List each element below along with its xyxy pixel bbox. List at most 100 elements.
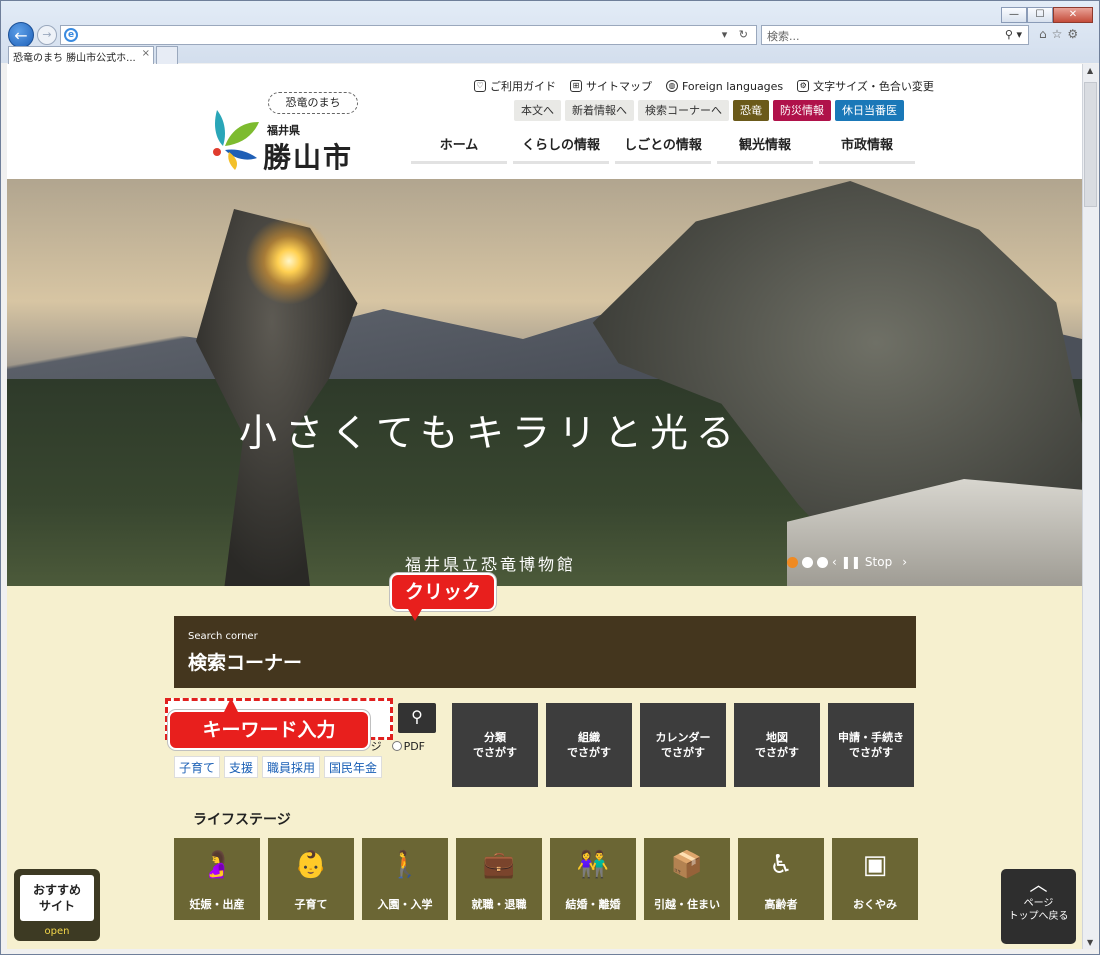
radio-pdf-icon bbox=[391, 741, 402, 751]
global-nav: ホーム くらしの情報 しごとの情報 観光情報 市政情報 bbox=[411, 132, 915, 164]
pause-icon[interactable]: ❚❚ bbox=[841, 555, 861, 569]
new-tab-button[interactable] bbox=[156, 46, 178, 64]
forward-button[interactable]: → bbox=[37, 25, 57, 45]
close-button[interactable]: ✕ bbox=[1053, 7, 1093, 23]
wheelchair-icon: ♿ bbox=[769, 850, 793, 880]
close-tab-icon[interactable]: × bbox=[142, 48, 150, 59]
slide-dot-2[interactable] bbox=[802, 556, 813, 568]
cat-application[interactable]: 申請・手続き でさがす bbox=[828, 703, 914, 787]
pregnant-icon: 🤰 bbox=[200, 850, 234, 880]
prev-slide-icon[interactable]: ‹ bbox=[832, 555, 837, 569]
life-marriage[interactable]: 👫 結婚・離婚 bbox=[550, 838, 636, 920]
stop-label[interactable]: Stop bbox=[865, 555, 892, 569]
life-label: 高齢者 bbox=[764, 898, 798, 911]
quick-news[interactable]: 新着情報へ bbox=[565, 100, 634, 121]
quick-disaster[interactable]: 防災情報 bbox=[773, 100, 831, 121]
cat-calendar[interactable]: カレンダー でさがす bbox=[640, 703, 726, 787]
cat-map[interactable]: 地図 でさがす bbox=[734, 703, 820, 787]
life-label: 子育て bbox=[294, 898, 328, 911]
recommended-sites-button[interactable]: おすすめ サイト open bbox=[14, 869, 100, 941]
click-callout: クリック bbox=[390, 573, 496, 621]
hero-sun bbox=[245, 217, 333, 305]
slide-dot-1[interactable] bbox=[787, 556, 798, 568]
quick-dinosaur[interactable]: 恐竜 bbox=[733, 100, 769, 121]
quick-holiday-doctor[interactable]: 休日当番医 bbox=[835, 100, 904, 121]
life-label: 妊娠・出産 bbox=[189, 898, 245, 911]
window-controls: — ☐ ✕ bbox=[1001, 7, 1093, 23]
life-condolence[interactable]: ▣ おくやみ bbox=[832, 838, 918, 920]
tag-support[interactable]: 支援 bbox=[224, 756, 259, 778]
site-logo[interactable]: 恐竜のまち 福井県 勝山市 bbox=[203, 92, 383, 174]
refresh-icon[interactable]: ▾ ↻ bbox=[722, 28, 752, 41]
browser-toolbar: — ☐ ✕ ← → e ▾ ↻ 検索... ⚲ ▾ ⌂☆⚙ 恐竜のまち 勝山市公式… bbox=[1, 1, 1099, 64]
home-star-gear-icons[interactable]: ⌂☆⚙ bbox=[1039, 27, 1083, 41]
slide-dot-3[interactable] bbox=[817, 556, 828, 568]
logo-cloud: 恐竜のまち bbox=[268, 92, 358, 114]
life-pregnancy[interactable]: 🤰 妊娠・出産 bbox=[174, 838, 260, 920]
nav-home[interactable]: ホーム bbox=[411, 132, 507, 164]
util-guide[interactable]: ♡ ご利用ガイド bbox=[474, 78, 556, 94]
life-label: 結婚・離婚 bbox=[565, 898, 621, 911]
recommended-label: おすすめ サイト bbox=[20, 875, 94, 921]
quick-search[interactable]: 検索コーナーへ bbox=[638, 100, 729, 121]
scroll-up-icon[interactable]: ▲ bbox=[1087, 66, 1093, 75]
util-sitemap[interactable]: ⊞ サイトマップ bbox=[570, 78, 652, 94]
browser-window: — ☐ ✕ ← → e ▾ ↻ 検索... ⚲ ▾ ⌂☆⚙ 恐竜のまち 勝山市公式… bbox=[0, 0, 1100, 955]
radio-pdf[interactable]: PDF bbox=[391, 738, 425, 754]
page-top-label: ページ トップへ戻る bbox=[1008, 898, 1069, 922]
tag-recruit[interactable]: 職員採用 bbox=[262, 756, 321, 778]
recommended-open: open bbox=[44, 926, 70, 937]
hero-slideshow[interactable]: 小さくてもキラリと光る 福井県立恐竜博物館 ‹ ❚❚ Stop › bbox=[7, 179, 1082, 586]
child-walking-icon: 🚶 bbox=[388, 850, 422, 880]
life-moving[interactable]: 📦 引越・住まい bbox=[644, 838, 730, 920]
search-categories: 分類 でさがす 組織 でさがす カレンダー でさがす 地図 でさがす 申請・手続… bbox=[452, 703, 914, 787]
util-fontsize[interactable]: ⚙ 文字サイズ・色合い変更 bbox=[797, 78, 934, 94]
maximize-button[interactable]: ☐ bbox=[1027, 7, 1053, 23]
next-slide-icon[interactable]: › bbox=[902, 555, 907, 569]
util-foreign[interactable]: ◍ Foreign languages bbox=[666, 78, 783, 94]
life-label: 引越・住まい bbox=[654, 898, 720, 911]
nav-tourism[interactable]: 観光情報 bbox=[717, 132, 813, 164]
browser-search-input[interactable]: 検索... ⚲ ▾ bbox=[761, 25, 1029, 45]
portrait-frame-icon: ▣ bbox=[862, 850, 888, 880]
search-icon[interactable]: ⚲ ▾ bbox=[1005, 28, 1022, 41]
box-icon: 📦 bbox=[670, 850, 704, 880]
chevron-up-icon: ︿ bbox=[1029, 875, 1048, 896]
address-bar[interactable]: e ▾ ↻ bbox=[60, 25, 757, 45]
minimize-button[interactable]: — bbox=[1001, 7, 1027, 23]
businessman-icon: 💼 bbox=[482, 850, 516, 880]
slide-controls: ‹ ❚❚ Stop › bbox=[787, 555, 907, 569]
nav-admin[interactable]: 市政情報 bbox=[819, 132, 915, 164]
globe-icon: ◍ bbox=[666, 80, 678, 92]
life-childcare[interactable]: 👶 子育て bbox=[268, 838, 354, 920]
browser-tab[interactable]: 恐竜のまち 勝山市公式ホ... × bbox=[8, 46, 154, 64]
logo-city: 勝山市 bbox=[263, 141, 354, 174]
nav-work[interactable]: しごとの情報 bbox=[615, 132, 711, 164]
life-school[interactable]: 🚶 入園・入学 bbox=[362, 838, 448, 920]
search-button[interactable]: ⚲ bbox=[398, 703, 436, 733]
life-employment[interactable]: 💼 就職・退職 bbox=[456, 838, 542, 920]
hero-caption: 福井県立恐竜博物館 bbox=[405, 555, 577, 574]
settings-icon: ⚙ bbox=[797, 80, 810, 92]
life-stage-title: ライフステージ bbox=[193, 812, 291, 828]
cat-organization[interactable]: 組織 でさがす bbox=[546, 703, 632, 787]
page-top-button[interactable]: ︿ ページ トップへ戻る bbox=[1001, 869, 1076, 944]
page-viewport: 恐竜のまち 福井県 勝山市 ♡ ご利用ガイド ⊞ サイトマップ ◍ Foreign l… bbox=[7, 64, 1082, 949]
tag-childcare[interactable]: 子育て bbox=[174, 756, 221, 778]
quick-links: 本文へ 新着情報へ 検索コーナーへ 恐竜 防災情報 休日当番医 bbox=[514, 100, 904, 121]
sitemap-icon: ⊞ bbox=[570, 80, 582, 92]
cat-classification[interactable]: 分類 でさがす bbox=[452, 703, 538, 787]
hero-tagline: 小さくてもキラリと光る bbox=[239, 411, 742, 455]
shield-icon: ♡ bbox=[474, 80, 486, 92]
scroll-thumb[interactable] bbox=[1084, 82, 1097, 207]
life-elderly[interactable]: ♿ 高齢者 bbox=[738, 838, 824, 920]
tag-pension[interactable]: 国民年金 bbox=[324, 756, 383, 778]
back-button[interactable]: ← bbox=[8, 22, 34, 48]
logo-mark-icon bbox=[213, 110, 259, 170]
popular-tags: 子育て 支援 職員採用 国民年金 bbox=[174, 756, 383, 778]
scroll-down-icon[interactable]: ▼ bbox=[1087, 938, 1093, 947]
quick-honbun[interactable]: 本文へ bbox=[514, 100, 561, 121]
page-scrollbar[interactable]: ▲ ▼ bbox=[1082, 64, 1098, 949]
life-label: 就職・退職 bbox=[471, 898, 527, 911]
nav-living[interactable]: くらしの情報 bbox=[513, 132, 609, 164]
